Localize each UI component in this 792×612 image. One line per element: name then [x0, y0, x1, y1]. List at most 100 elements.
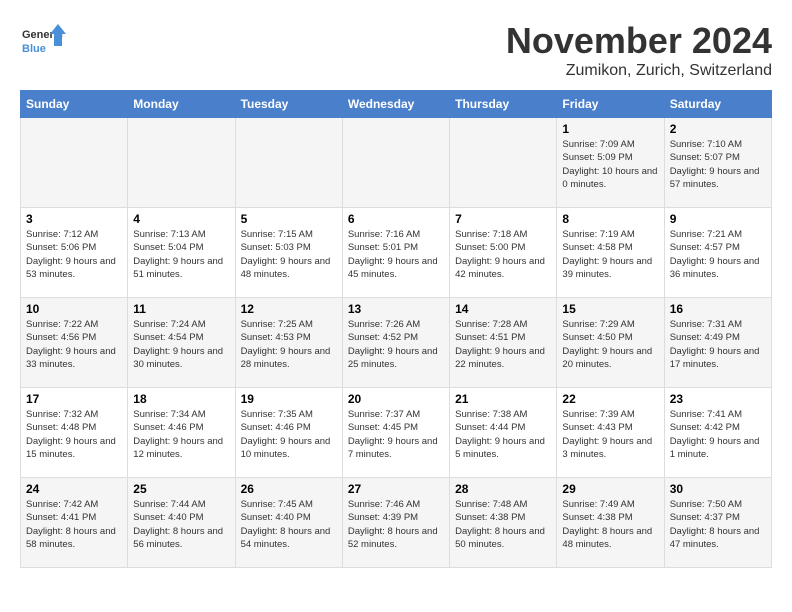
header-friday: Friday: [557, 91, 664, 118]
calendar-cell: 27 Sunrise: 7:46 AMSunset: 4:39 PMDayligh…: [342, 478, 449, 568]
day-info: Sunrise: 7:31 AMSunset: 4:49 PMDaylight:…: [670, 318, 766, 371]
day-info: Sunrise: 7:16 AMSunset: 5:01 PMDaylight:…: [348, 228, 444, 281]
header-monday: Monday: [128, 91, 235, 118]
day-number: 13: [348, 302, 444, 316]
day-info: Sunrise: 7:49 AMSunset: 4:38 PMDaylight:…: [562, 498, 658, 551]
calendar-cell: 25 Sunrise: 7:44 AMSunset: 4:40 PMDayligh…: [128, 478, 235, 568]
calendar-cell: 23Sunrise: 7:41 AMSunset: 4:42 PMDayligh…: [664, 388, 771, 478]
week-row-2: 3Sunrise: 7:12 AMSunset: 5:06 PMDaylight…: [21, 208, 772, 298]
day-number: 5: [241, 212, 337, 226]
day-info: Sunrise: 7:46 AMSunset: 4:39 PMDaylight:…: [348, 498, 444, 551]
day-info: Sunrise: 7:09 AMSunset: 5:09 PMDaylight:…: [562, 138, 658, 191]
day-info: Sunrise: 7:15 AMSunset: 5:03 PMDaylight:…: [241, 228, 337, 281]
day-info: Sunrise: 7:39 AMSunset: 4:43 PMDaylight:…: [562, 408, 658, 461]
header-saturday: Saturday: [664, 91, 771, 118]
day-info: Sunrise: 7:29 AMSunset: 4:50 PMDaylight:…: [562, 318, 658, 371]
day-number: 8: [562, 212, 658, 226]
calendar-cell: 2 Sunrise: 7:10 AMSunset: 5:07 PMDaylight…: [664, 118, 771, 208]
week-row-4: 17 Sunrise: 7:32 AMSunset: 4:48 PMDayligh…: [21, 388, 772, 478]
day-number: 7: [455, 212, 551, 226]
day-number: 2: [670, 122, 766, 136]
day-info: Sunrise: 7:34 AMSunset: 4:46 PMDaylight:…: [133, 408, 229, 461]
calendar-cell: 17 Sunrise: 7:32 AMSunset: 4:48 PMDayligh…: [21, 388, 128, 478]
day-number: 4: [133, 212, 229, 226]
week-row-5: 24 Sunrise: 7:42 AMSunset: 4:41 PMDayligh…: [21, 478, 772, 568]
day-number: 12: [241, 302, 337, 316]
calendar-cell: 4 Sunrise: 7:13 AMSunset: 5:04 PMDaylight…: [128, 208, 235, 298]
day-info: Sunrise: 7:44 AMSunset: 4:40 PMDaylight:…: [133, 498, 229, 551]
day-number: 24: [26, 482, 122, 496]
header-sunday: Sunday: [21, 91, 128, 118]
calendar-cell: [450, 118, 557, 208]
calendar-cell: 13Sunrise: 7:26 AMSunset: 4:52 PMDayligh…: [342, 298, 449, 388]
calendar-cell: 22 Sunrise: 7:39 AMSunset: 4:43 PMDayligh…: [557, 388, 664, 478]
calendar-cell: 24 Sunrise: 7:42 AMSunset: 4:41 PMDayligh…: [21, 478, 128, 568]
calendar-cell: 10Sunrise: 7:22 AMSunset: 4:56 PMDayligh…: [21, 298, 128, 388]
day-number: 17: [26, 392, 122, 406]
day-info: Sunrise: 7:35 AMSunset: 4:46 PMDaylight:…: [241, 408, 337, 461]
header-row: SundayMondayTuesdayWednesdayThursdayFrid…: [21, 91, 772, 118]
calendar-cell: 8 Sunrise: 7:19 AMSunset: 4:58 PMDaylight…: [557, 208, 664, 298]
calendar-cell: [342, 118, 449, 208]
day-number: 9: [670, 212, 766, 226]
calendar-cell: [21, 118, 128, 208]
day-info: Sunrise: 7:42 AMSunset: 4:41 PMDaylight:…: [26, 498, 122, 551]
day-info: Sunrise: 7:45 AMSunset: 4:40 PMDaylight:…: [241, 498, 337, 551]
day-number: 1: [562, 122, 658, 136]
location-subtitle: Zumikon, Zurich, Switzerland: [506, 62, 772, 80]
day-info: Sunrise: 7:37 AMSunset: 4:45 PMDaylight:…: [348, 408, 444, 461]
calendar-cell: [128, 118, 235, 208]
calendar-cell: [235, 118, 342, 208]
calendar-cell: 21Sunrise: 7:38 AMSunset: 4:44 PMDayligh…: [450, 388, 557, 478]
day-number: 26: [241, 482, 337, 496]
day-info: Sunrise: 7:21 AMSunset: 4:57 PMDaylight:…: [670, 228, 766, 281]
day-number: 22: [562, 392, 658, 406]
week-row-1: 1 Sunrise: 7:09 AMSunset: 5:09 PMDaylight…: [21, 118, 772, 208]
day-number: 20: [348, 392, 444, 406]
calendar-cell: 18Sunrise: 7:34 AMSunset: 4:46 PMDayligh…: [128, 388, 235, 478]
day-number: 15: [562, 302, 658, 316]
calendar-cell: 11 Sunrise: 7:24 AMSunset: 4:54 PMDayligh…: [128, 298, 235, 388]
calendar-table: SundayMondayTuesdayWednesdayThursdayFrid…: [20, 90, 772, 568]
day-info: Sunrise: 7:48 AMSunset: 4:38 PMDaylight:…: [455, 498, 551, 551]
calendar-cell: 6 Sunrise: 7:16 AMSunset: 5:01 PMDaylight…: [342, 208, 449, 298]
day-info: Sunrise: 7:13 AMSunset: 5:04 PMDaylight:…: [133, 228, 229, 281]
calendar-cell: 9 Sunrise: 7:21 AMSunset: 4:57 PMDaylight…: [664, 208, 771, 298]
day-info: Sunrise: 7:32 AMSunset: 4:48 PMDaylight:…: [26, 408, 122, 461]
calendar-cell: 3Sunrise: 7:12 AMSunset: 5:06 PMDaylight…: [21, 208, 128, 298]
header: General Blue November 2024 Zumikon, Zuri…: [20, 20, 772, 80]
title-block: November 2024 Zumikon, Zurich, Switzerla…: [506, 20, 772, 80]
calendar-cell: 26 Sunrise: 7:45 AMSunset: 4:40 PMDayligh…: [235, 478, 342, 568]
day-number: 6: [348, 212, 444, 226]
day-number: 29: [562, 482, 658, 496]
calendar-cell: 1 Sunrise: 7:09 AMSunset: 5:09 PMDaylight…: [557, 118, 664, 208]
calendar-cell: 7 Sunrise: 7:18 AMSunset: 5:00 PMDaylight…: [450, 208, 557, 298]
day-number: 10: [26, 302, 122, 316]
day-number: 25: [133, 482, 229, 496]
calendar-cell: 16Sunrise: 7:31 AMSunset: 4:49 PMDayligh…: [664, 298, 771, 388]
svg-text:Blue: Blue: [22, 43, 46, 55]
day-info: Sunrise: 7:18 AMSunset: 5:00 PMDaylight:…: [455, 228, 551, 281]
calendar-cell: 15 Sunrise: 7:29 AMSunset: 4:50 PMDayligh…: [557, 298, 664, 388]
day-number: 19: [241, 392, 337, 406]
day-info: Sunrise: 7:41 AMSunset: 4:42 PMDaylight:…: [670, 408, 766, 461]
day-info: Sunrise: 7:25 AMSunset: 4:53 PMDaylight:…: [241, 318, 337, 371]
calendar-cell: 14Sunrise: 7:28 AMSunset: 4:51 PMDayligh…: [450, 298, 557, 388]
calendar-cell: 12 Sunrise: 7:25 AMSunset: 4:53 PMDayligh…: [235, 298, 342, 388]
day-info: Sunrise: 7:38 AMSunset: 4:44 PMDaylight:…: [455, 408, 551, 461]
calendar-cell: 28 Sunrise: 7:48 AMSunset: 4:38 PMDayligh…: [450, 478, 557, 568]
day-number: 11: [133, 302, 229, 316]
week-row-3: 10Sunrise: 7:22 AMSunset: 4:56 PMDayligh…: [21, 298, 772, 388]
day-info: Sunrise: 7:19 AMSunset: 4:58 PMDaylight:…: [562, 228, 658, 281]
calendar-cell: 29 Sunrise: 7:49 AMSunset: 4:38 PMDayligh…: [557, 478, 664, 568]
day-info: Sunrise: 7:10 AMSunset: 5:07 PMDaylight:…: [670, 138, 766, 191]
day-number: 28: [455, 482, 551, 496]
logo: General Blue: [20, 20, 70, 65]
calendar-cell: 19 Sunrise: 7:35 AMSunset: 4:46 PMDayligh…: [235, 388, 342, 478]
day-info: Sunrise: 7:12 AMSunset: 5:06 PMDaylight:…: [26, 228, 122, 281]
header-thursday: Thursday: [450, 91, 557, 118]
day-info: Sunrise: 7:24 AMSunset: 4:54 PMDaylight:…: [133, 318, 229, 371]
day-number: 27: [348, 482, 444, 496]
calendar-cell: 20 Sunrise: 7:37 AMSunset: 4:45 PMDayligh…: [342, 388, 449, 478]
day-info: Sunrise: 7:50 AMSunset: 4:37 PMDaylight:…: [670, 498, 766, 551]
